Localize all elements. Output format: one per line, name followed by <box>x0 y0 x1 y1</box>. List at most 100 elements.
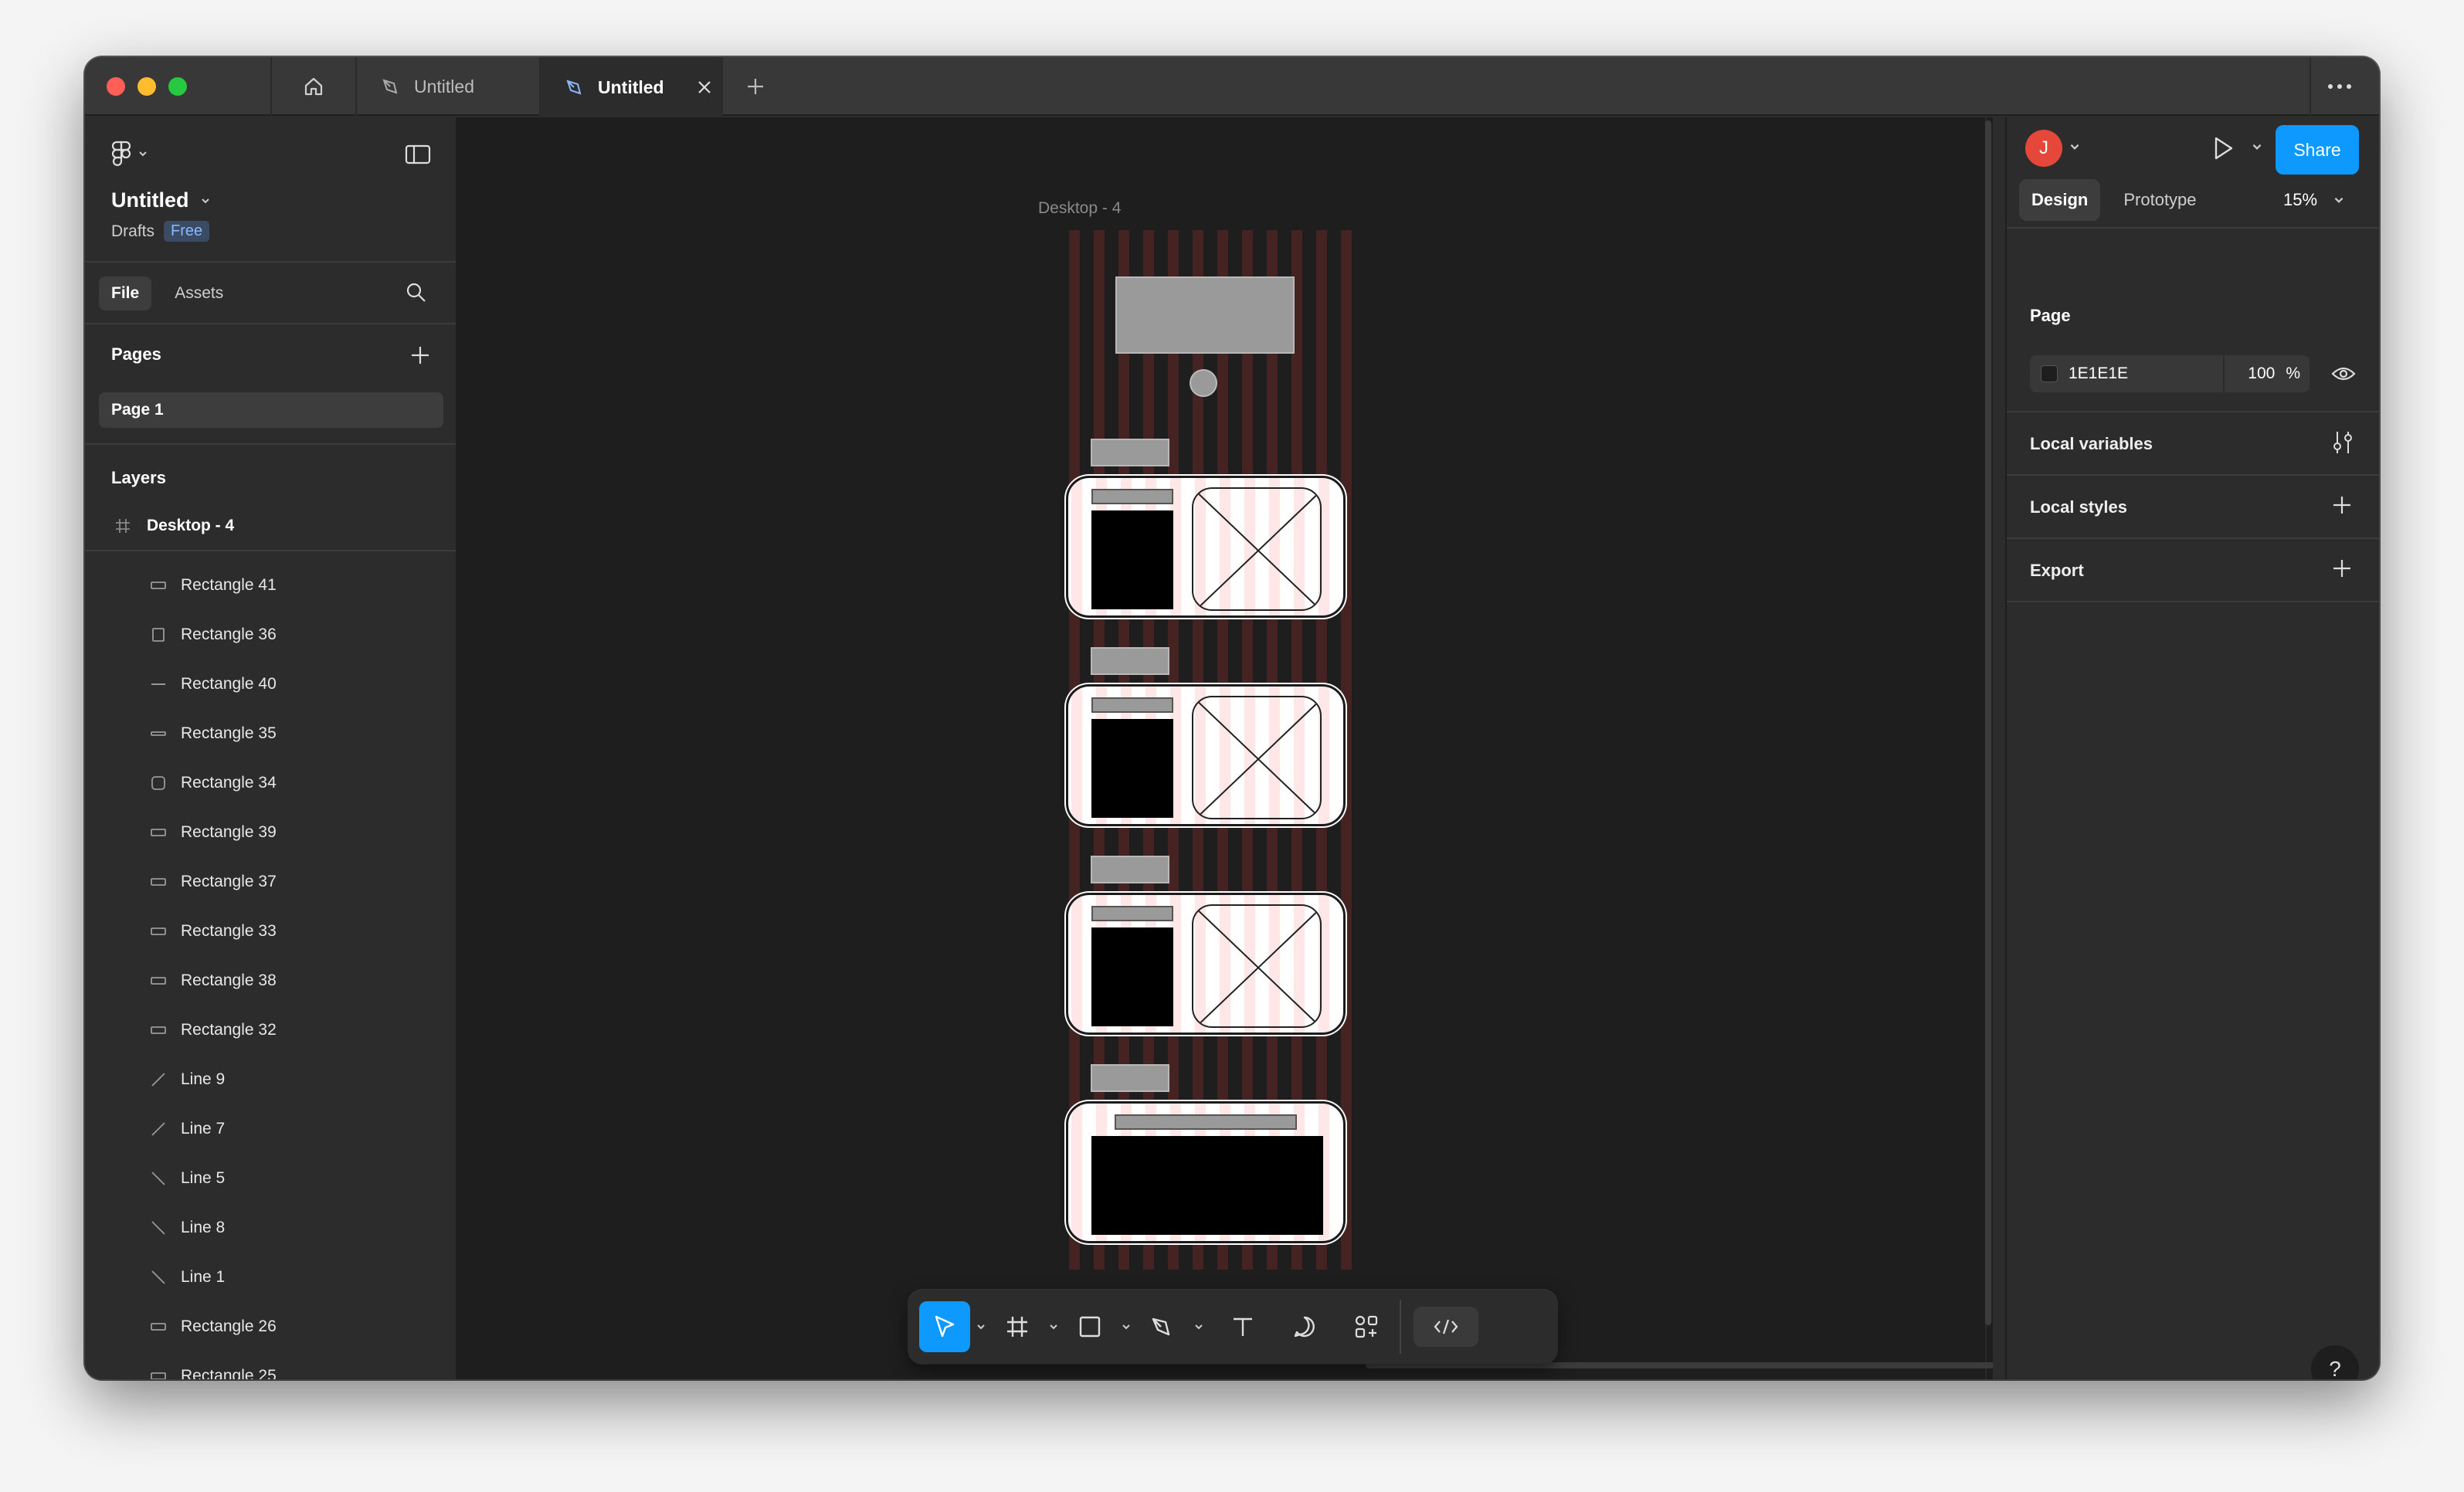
circle-ellipse[interactable] <box>1190 369 1217 397</box>
layer-item[interactable]: Line 1 <box>85 1253 456 1302</box>
drafts-link[interactable]: Drafts <box>111 222 154 241</box>
pen-tool-menu[interactable] <box>1188 1301 1210 1352</box>
share-button[interactable]: Share <box>2276 125 2359 175</box>
layout-grid-column <box>1071 687 1082 824</box>
layer-item[interactable]: Line 8 <box>85 1203 456 1253</box>
canvas[interactable]: Desktop - 4 <box>457 117 1993 1379</box>
more-options-button[interactable] <box>2310 57 2368 116</box>
layer-item[interactable]: Rectangle 41 <box>85 561 456 610</box>
layer-item[interactable]: Rectangle 37 <box>85 857 456 907</box>
move-tool-button[interactable] <box>919 1301 970 1352</box>
chevron-down-icon <box>139 151 147 157</box>
pen-tool-button[interactable] <box>1137 1301 1188 1352</box>
layer-item[interactable]: Rectangle 36 <box>85 610 456 660</box>
layer-item[interactable]: Rectangle 38 <box>85 956 456 1005</box>
left-panel-tabs: File Assets <box>99 276 236 310</box>
frame-tool-button[interactable] <box>992 1301 1043 1352</box>
actions-tool-button[interactable] <box>1341 1301 1392 1352</box>
close-icon[interactable] <box>695 78 714 97</box>
frame-tool-menu[interactable] <box>1043 1301 1064 1352</box>
main-menu-button[interactable] <box>111 141 148 167</box>
section-label-rect[interactable] <box>1091 856 1169 883</box>
variables-sliders-icon[interactable] <box>2331 429 2354 456</box>
frame-label[interactable]: Desktop - 4 <box>1038 199 1121 218</box>
layer-label: Rectangle 38 <box>181 971 277 989</box>
help-button[interactable]: ? <box>2311 1345 2359 1379</box>
page-color-field[interactable]: 1E1E1E 100 % <box>2030 355 2310 392</box>
home-tab[interactable] <box>270 57 357 116</box>
layer-item[interactable]: Line 9 <box>85 1055 456 1104</box>
sidebar-toggle-icon[interactable] <box>405 144 431 165</box>
content-card-wide[interactable] <box>1066 1101 1346 1243</box>
section-label-rect[interactable] <box>1091 1064 1169 1092</box>
local-variables-heading[interactable]: Local variables <box>2030 434 2153 454</box>
color-swatch[interactable] <box>2041 365 2058 382</box>
page-opacity-field[interactable]: 100 % <box>2223 355 2310 392</box>
frame-desktop-4[interactable] <box>1038 230 1373 1270</box>
layer-label: Line 5 <box>181 1169 226 1187</box>
section-label-rect[interactable] <box>1091 439 1169 466</box>
window-close-button[interactable] <box>107 77 125 96</box>
shape-tool-button[interactable] <box>1064 1301 1115 1352</box>
present-play-icon[interactable] <box>2209 134 2237 162</box>
page-item-1[interactable]: Page 1 <box>99 392 443 428</box>
rectangle-icon <box>1079 1316 1101 1338</box>
shape-tool-menu[interactable] <box>1115 1301 1137 1352</box>
layer-item[interactable]: Rectangle 39 <box>85 808 456 857</box>
dev-mode-toggle[interactable] <box>1414 1307 1478 1347</box>
pen-file-icon <box>382 79 398 94</box>
cursor-icon <box>935 1315 955 1338</box>
file-name-menu[interactable]: Untitled <box>111 188 211 212</box>
vertical-scrollbar[interactable] <box>1985 120 1991 1325</box>
file-tab-1[interactable]: Untitled <box>357 57 541 116</box>
file-tab-2-active[interactable]: Untitled <box>541 57 723 117</box>
add-page-icon[interactable] <box>409 344 431 366</box>
chevron-down-icon[interactable] <box>2251 141 2263 153</box>
tab-design[interactable]: Design <box>2019 179 2101 221</box>
move-tool-menu[interactable] <box>970 1301 992 1352</box>
add-style-icon[interactable] <box>2331 494 2353 516</box>
right-panel-tabs: Design Prototype <box>2019 179 2209 221</box>
layer-item[interactable]: Rectangle 33 <box>85 907 456 956</box>
comment-tool-button[interactable] <box>1279 1301 1330 1352</box>
layout-grid-column <box>1071 478 1082 615</box>
layer-item[interactable]: Rectangle 35 <box>85 709 456 758</box>
chevron-down-icon <box>2334 197 2344 203</box>
divider <box>85 443 456 445</box>
content-card[interactable] <box>1066 476 1346 618</box>
layer-item[interactable]: Rectangle 25 <box>85 1351 456 1379</box>
new-tab-button[interactable] <box>743 74 768 99</box>
page-color-value[interactable]: 1E1E1E <box>2069 365 2128 383</box>
layer-item[interactable]: Line 5 <box>85 1154 456 1203</box>
add-export-icon[interactable] <box>2331 558 2353 579</box>
layout-grid-column <box>1343 478 1346 615</box>
layer-item[interactable]: Rectangle 34 <box>85 758 456 808</box>
avatar[interactable]: J <box>2025 130 2062 167</box>
layer-label: Rectangle 36 <box>181 626 277 643</box>
chevron-down-icon[interactable] <box>2069 141 2081 153</box>
code-icon <box>1434 1319 1458 1334</box>
layer-frame-desktop-4[interactable]: Desktop - 4 <box>85 502 456 551</box>
right-sidebar: J Share Design Prototype 15% Page 1E1E1E… <box>2005 117 2379 1379</box>
layer-item[interactable]: Line 7 <box>85 1104 456 1154</box>
eye-visibility-icon[interactable] <box>2331 363 2356 385</box>
tab-assets[interactable]: Assets <box>162 276 236 310</box>
layer-item[interactable]: Rectangle 26 <box>85 1302 456 1351</box>
local-styles-heading[interactable]: Local styles <box>2030 497 2127 517</box>
tab-file[interactable]: File <box>99 276 152 310</box>
header-rectangle[interactable] <box>1115 276 1295 354</box>
tab-prototype[interactable]: Prototype <box>2111 179 2208 221</box>
content-card[interactable] <box>1066 893 1346 1035</box>
export-heading[interactable]: Export <box>2030 561 2084 581</box>
text-tool-button[interactable] <box>1217 1301 1268 1352</box>
window-minimize-button[interactable] <box>137 77 156 96</box>
search-icon[interactable] <box>405 281 428 304</box>
window-maximize-button[interactable] <box>168 77 187 96</box>
zoom-menu[interactable]: 15% <box>2283 190 2345 210</box>
layer-item[interactable]: Rectangle 40 <box>85 660 456 709</box>
content-card[interactable] <box>1066 684 1346 826</box>
opacity-value[interactable]: 100 <box>2248 365 2275 383</box>
divider <box>2007 537 2379 539</box>
section-label-rect[interactable] <box>1091 647 1169 675</box>
layer-item[interactable]: Rectangle 32 <box>85 1005 456 1055</box>
